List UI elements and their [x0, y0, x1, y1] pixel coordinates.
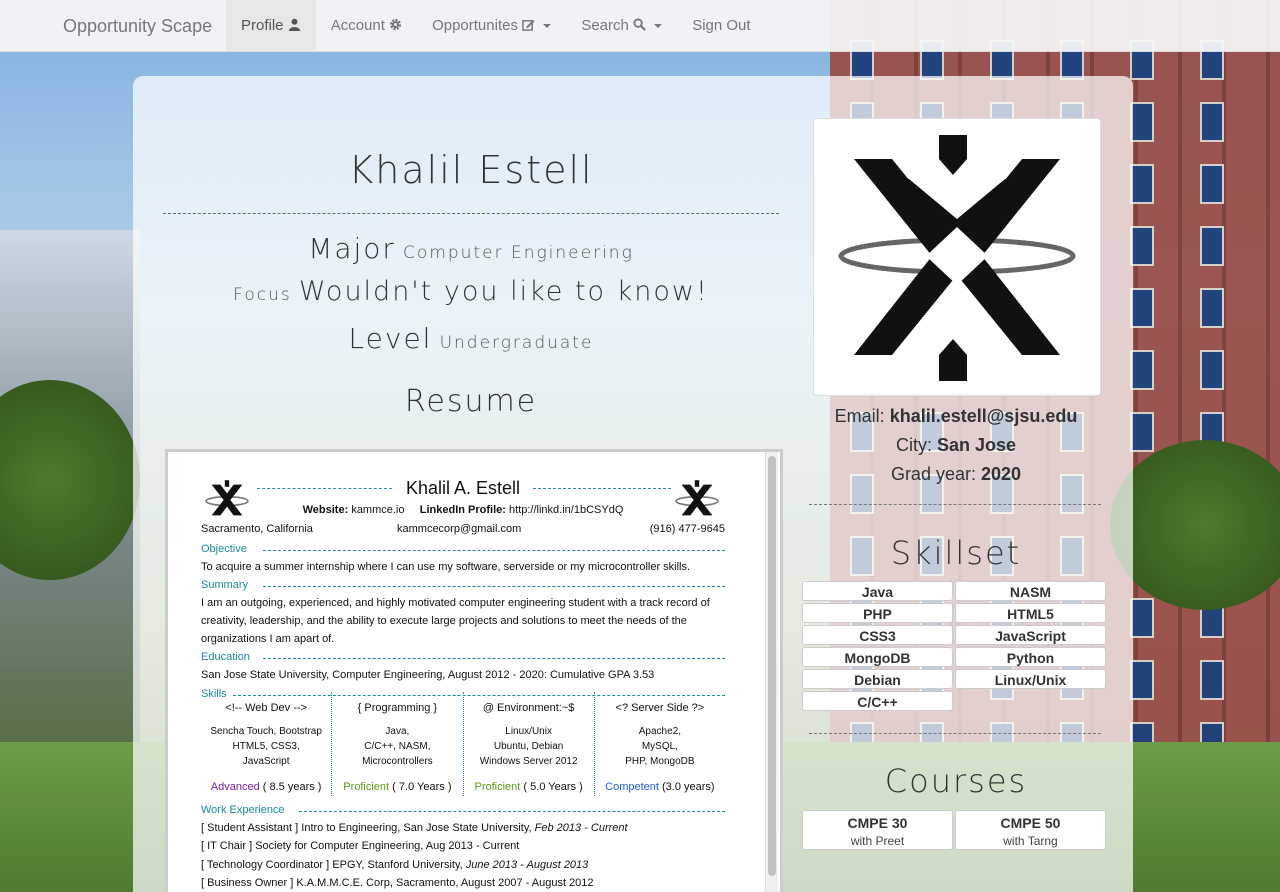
skillset-heading: Skillset [890, 534, 1022, 572]
skill-tag: MongoDB [802, 647, 953, 667]
resume-location: Sacramento, California [201, 523, 313, 535]
focus-label: Focus [233, 285, 292, 305]
skill-tag: PHP [802, 603, 953, 623]
nav-search[interactable]: Search [566, 0, 677, 51]
education-text: San Jose State University, Computer Engi… [201, 669, 655, 681]
skill-tag: CSS3 [802, 625, 953, 645]
building-window [1130, 350, 1154, 390]
building-window [1130, 660, 1154, 700]
linkedin-link[interactable]: http://linkd.in/1bCSYdQ [509, 504, 623, 516]
website-link[interactable]: kammce.io [351, 504, 404, 516]
courses-heading: Courses [884, 762, 1028, 800]
nav-opportunites-label: Opportunites [432, 17, 518, 34]
major-line: Major Computer Engineering [163, 232, 779, 265]
contact-city: City: San Jose [895, 435, 1017, 455]
nav-account[interactable]: Account [316, 0, 417, 51]
skill-column: <? Server Side ?> Apache2, MySQL, PHP, Mon… [605, 702, 715, 793]
skill-column: @ Environment:~$ Linux/Unix Ubuntu, Debia… [464, 692, 595, 796]
resume-name: Khalil A. Estell [201, 478, 725, 499]
skill-tag: Python [955, 647, 1106, 667]
chevron-down-icon [543, 24, 552, 29]
website-label: Website: [302, 504, 349, 516]
contact-grad-year: Grad year: 2020 [890, 464, 1022, 484]
nav-opportunites[interactable]: Opportunites [417, 0, 566, 51]
building-window [1200, 350, 1224, 390]
divider [809, 504, 1101, 505]
nav-account-label: Account [330, 17, 385, 34]
building-window [1200, 164, 1224, 204]
divider [163, 213, 779, 214]
major-label: Major [308, 232, 396, 265]
contact-email: Email: khalil.estell@sjsu.edu [834, 406, 1078, 426]
chevron-down-icon [654, 24, 663, 29]
skill-tag: Debian [802, 669, 953, 689]
level-value: Undergraduate [439, 333, 594, 353]
focus-value: Wouldn't you like to know! [298, 276, 709, 307]
resume-scrollbar[interactable] [765, 452, 778, 892]
building-window [1130, 102, 1154, 142]
skill-tag: NASM [955, 581, 1106, 601]
skill-column: <!-- Web Dev --> Sencha Touch, Bootstrap… [201, 692, 333, 796]
top-navbar: Opportunity Scape Profile Account Opport… [0, 0, 1280, 52]
avatar [813, 118, 1101, 396]
divider [809, 733, 1101, 734]
building-window [1200, 288, 1224, 328]
work-item: [ Student Assistant ] Intro to Engineeri… [201, 822, 628, 834]
level-label: Level [348, 322, 433, 355]
building-window [1200, 226, 1224, 266]
major-value: Computer Engineering [403, 243, 634, 263]
nav-sign-out-label: Sign Out [692, 17, 751, 34]
skillset-tags: Java NASM PHP HTML5 CSS3 JavaScript Mong… [802, 581, 1110, 711]
user-icon [288, 18, 300, 31]
building-window [1200, 660, 1224, 700]
work-item: [ Business Owner ] K.A.M.M.C.E. Corp, Sa… [201, 877, 594, 889]
level-line: Level Undergraduate [163, 322, 779, 355]
focus-line: Focus Wouldn't you like to know! [163, 276, 779, 307]
building-window [1130, 164, 1154, 204]
section-education: Education [201, 651, 725, 663]
work-item: [ IT Chair ] Society for Computer Engine… [201, 840, 520, 852]
kammce-logo-icon [838, 135, 1076, 381]
skill-tag: Linux/Unix [955, 669, 1106, 689]
building-window [1130, 598, 1154, 638]
resume-phone: (916) 477-9645 [649, 523, 725, 535]
edit-icon [522, 19, 535, 31]
course-card[interactable]: CMPE 50 with Tarng [955, 810, 1106, 850]
work-item: [ Technology Coordinator ] EPGY, Stanfor… [201, 859, 589, 871]
course-card[interactable]: CMPE 30 with Preet [802, 810, 953, 850]
gear-icon [390, 18, 402, 31]
resume-viewer[interactable]: Khalil A. Estell Website: kammce.io Link… [165, 449, 783, 892]
resume-email: kammcecorp@gmail.com [397, 523, 522, 535]
building-window [1130, 412, 1154, 452]
nav-profile[interactable]: Profile [226, 0, 316, 51]
resume-links: Website: kammce.io LinkedIn Profile: htt… [201, 504, 725, 516]
search-icon [633, 18, 646, 31]
building-window [1130, 226, 1154, 266]
brand-logo-text[interactable]: Opportunity Scape [63, 16, 212, 37]
skill-column: { Programming } Java, C/C++, NASM, Microco… [332, 692, 464, 796]
skill-tag: HTML5 [955, 603, 1106, 623]
nav-sign-out[interactable]: Sign Out [677, 0, 765, 51]
summary-text: I am an outgoing, experienced, and highl… [201, 597, 710, 645]
section-summary: Summary [201, 579, 725, 591]
scroll-thumb[interactable] [768, 456, 776, 876]
course-list: CMPE 30 with Preet CMPE 50 with Tarng [802, 810, 1110, 850]
profile-panel: Khalil Estell Major Computer Engineering… [133, 76, 1133, 892]
section-work-experience: Work Experience [201, 804, 725, 816]
skill-tag: Java [802, 581, 953, 601]
skill-tag: C/C++ [802, 691, 953, 711]
skill-tag: JavaScript [955, 625, 1106, 645]
nav-search-label: Search [581, 17, 629, 34]
objective-text: To acquire a summer internship where I c… [201, 561, 691, 573]
resume-heading: Resume [404, 384, 538, 419]
skills-grid: <!-- Web Dev --> Sencha Touch, Bootstrap… [201, 692, 725, 796]
section-objective: Objective [201, 543, 725, 555]
building-window [1200, 102, 1224, 142]
profile-name: Khalil Estell [348, 148, 594, 192]
nav-profile-label: Profile [241, 17, 284, 34]
email-value[interactable]: khalil.estell@sjsu.edu [890, 406, 1078, 426]
building-window [1130, 288, 1154, 328]
linkedin-label: LinkedIn Profile: [419, 504, 506, 516]
nav-menu: Profile Account Opportunites Search Sign… [226, 0, 766, 51]
